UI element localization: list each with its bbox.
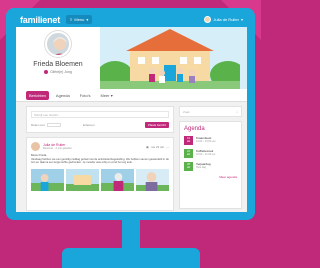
agenda-month: okt [186,165,191,169]
post-date: ma 23 okt [150,144,164,149]
agenda-date: 23 okt [184,149,193,158]
post-photo[interactable] [136,168,169,191]
tab-fotos[interactable]: Foto's [77,91,94,100]
monitor-frame: familienet ≡ Menu ▾ Julia de Ruiter ▾ Fr… [6,8,255,220]
post-tools: ▣ ma 23 okt ⋯ [146,145,169,149]
profile-name: Frieda Bloemen [33,61,83,68]
author-avatar[interactable] [31,142,40,151]
content-area: Schrijf een bericht... Delen met Iederee… [16,102,247,211]
search-icon[interactable]: ⌕ [236,110,238,114]
search-input[interactable]: Zoek [183,110,190,114]
menu-button[interactable]: ≡ Menu ▾ [66,15,93,24]
message-input[interactable]: Schrijf een bericht... [31,111,169,118]
agenda-event-time: 14:00 – 15:00 uur [196,140,216,143]
post-photo[interactable] [66,168,99,191]
agenda-date: 28 okt [184,162,193,171]
user-name: Julia de Ruiter [213,17,239,22]
post-text: Vandaag hebben we een gezellig middag ge… [31,157,169,165]
tab-meer[interactable]: Meer ▾ [97,91,115,100]
agenda-widget: Agenda 19 okt Kraamfeest 14:00 – 15:00 u… [179,121,242,209]
profile-tabs: Berichten Agenda Foto's Meer ▾ [16,89,247,102]
agenda-date: 19 okt [184,136,193,145]
post-header: Julia de Ruiter Bewoner · 2 min geleden … [31,142,169,151]
post-meta: Bewoner · 2 min geleden [43,147,72,150]
tab-berichten[interactable]: Berichten [26,90,49,100]
hamburger-icon: ≡ [70,17,73,22]
more-agenda-link[interactable]: Meer agenda [184,175,237,179]
chevron-down-icon: ▾ [86,17,89,22]
agenda-title: Agenda [184,126,205,132]
post-photos [31,168,169,191]
search-box[interactable]: Zoek ⌕ [179,106,242,117]
post-body: Beste Frieda, Vandaag hebben we een geze… [31,154,169,165]
agenda-month: okt [186,152,191,156]
user-menu[interactable]: Julia de Ruiter ▾ [204,16,243,23]
sidebar: Zoek ⌕ Agenda 19 okt Kraamfeest 14:00 – … [179,106,242,211]
agenda-event-time: Hele dag [196,166,207,169]
profile-header: Frieda Bloemen Cliënt(e) Jong [16,27,247,89]
app-logo[interactable]: familienet [20,15,60,25]
top-navigation-bar: familienet ≡ Menu ▾ Julia de Ruiter ▾ [16,12,247,27]
post-photo[interactable] [101,168,134,191]
menu-label: Menu [74,17,85,22]
tab-meer-label: Meer [100,92,110,98]
cover-image [100,27,247,89]
role-label: Cliënt(e) Jong [50,70,72,74]
visibility-label[interactable]: Iedereen [83,123,95,127]
tab-agenda[interactable]: Agenda [53,91,73,100]
feed-column: Schrijf een bericht... Delen met Iederee… [26,106,174,211]
agenda-item[interactable]: 28 okt Verjaardag Hele dag [184,162,237,171]
profile-info: Frieda Bloemen Cliënt(e) Jong [16,27,100,89]
chevron-down-icon: ▾ [240,17,243,22]
monitor-stand-base [62,248,200,268]
agenda-event-time: 10:00 – 11:00 uur [196,153,216,156]
composer-toolbar: Delen met Iedereen Plaats bericht [31,122,169,128]
post-photo[interactable] [31,168,64,191]
user-avatar [204,16,212,23]
agenda-item[interactable]: 19 okt Kraamfeest 14:00 – 15:00 uur [184,136,237,145]
share-label: Delen met [31,123,45,127]
agenda-item[interactable]: 23 okt Koffiebezoek 10:00 – 11:00 uur [184,149,237,158]
message-composer: Schrijf een bericht... Delen met Iederee… [26,106,174,133]
post-button[interactable]: Plaats bericht [144,122,169,128]
feed-post: Julia de Ruiter Bewoner · 2 min geleden … [26,137,174,211]
share-select[interactable] [46,123,61,127]
calendar-icon: ▣ [145,144,149,149]
role-icon [44,70,49,74]
profile-role: Cliënt(e) Jong [44,70,72,74]
app-window: familienet ≡ Menu ▾ Julia de Ruiter ▾ Fr… [16,12,247,212]
agenda-month: okt [186,139,191,143]
profile-photo[interactable] [45,31,71,57]
more-options-icon[interactable]: ⋯ [166,145,169,149]
